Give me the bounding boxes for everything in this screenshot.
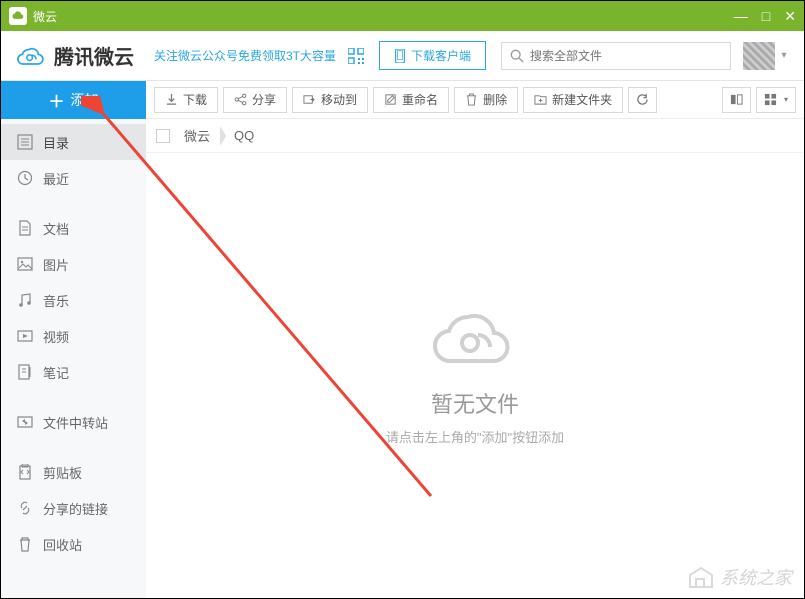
folder-plus-icon — [534, 93, 547, 106]
window-controls: — □ ✕ — [734, 8, 796, 25]
sidebar-item-directory[interactable]: 目录 — [1, 124, 146, 160]
app-window: 微云 — □ ✕ 腾讯微云 关注微云公众号免费领取3T大容量 下载客户端 ▾ — [0, 0, 805, 599]
sidebar-item-label: 文件中转站 — [43, 413, 108, 432]
sidebar-item-label: 剪贴板 — [43, 463, 82, 482]
promo-link[interactable]: 关注微云公众号免费领取3T大容量 — [154, 47, 336, 64]
delete-icon — [465, 93, 478, 106]
watermark-text: 系统之家 — [720, 564, 792, 590]
share-button[interactable]: 分享 — [223, 87, 287, 113]
breadcrumb-folder[interactable]: QQ — [230, 125, 264, 146]
share-label: 分享 — [252, 91, 276, 108]
sidebar-item-label: 分享的链接 — [43, 499, 108, 518]
clock-icon — [17, 170, 33, 186]
view-list-button[interactable] — [722, 87, 751, 113]
cloud-logo-icon — [16, 42, 48, 70]
empty-state: 暂无文件 请点击左上角的"添加"按钮添加 — [146, 153, 804, 598]
doc-icon — [17, 220, 33, 236]
header: 腾讯微云 关注微云公众号免费领取3T大容量 下载客户端 ▾ — [1, 31, 804, 81]
sidebar-item-label: 图片 — [43, 255, 69, 274]
qr-icon[interactable] — [348, 48, 364, 64]
search-icon — [510, 49, 524, 63]
video-icon — [17, 328, 33, 344]
new-folder-label: 新建文件夹 — [552, 91, 612, 108]
sidebar-item-transfer[interactable]: 文件中转站 — [1, 404, 146, 440]
new-folder-button[interactable]: 新建文件夹 — [523, 87, 623, 113]
rename-button[interactable]: 重命名 — [373, 87, 449, 113]
sidebar-item-label: 回收站 — [43, 535, 82, 554]
move-label: 移动到 — [321, 91, 357, 108]
refresh-button[interactable] — [628, 87, 657, 113]
move-icon — [303, 93, 316, 106]
select-all-checkbox[interactable] — [156, 129, 170, 143]
note-icon — [17, 364, 33, 380]
toolbar: 下载 分享 移动到 重命名 删除 — [146, 81, 804, 119]
share-icon — [234, 93, 247, 106]
window-title: 微云 — [33, 8, 734, 25]
transfer-icon — [17, 414, 33, 430]
download-label: 下载 — [183, 91, 207, 108]
watermark: 系统之家 — [686, 564, 792, 590]
view-list-icon — [730, 93, 743, 106]
logo: 腾讯微云 — [16, 41, 134, 70]
search-box[interactable] — [501, 42, 731, 70]
sidebar-item-shared-links[interactable]: 分享的链接 — [1, 490, 146, 526]
sidebar-item-recent[interactable]: 最近 — [1, 160, 146, 196]
delete-label: 删除 — [483, 91, 507, 108]
download-button[interactable]: 下载 — [154, 87, 218, 113]
rename-label: 重命名 — [402, 91, 438, 108]
rename-icon — [384, 93, 397, 106]
delete-button[interactable]: 删除 — [454, 87, 518, 113]
empty-subtitle: 请点击左上角的"添加"按钮添加 — [386, 427, 564, 446]
breadcrumb: 微云 QQ — [146, 119, 804, 153]
plus-icon: ＋ — [48, 88, 64, 112]
sidebar-item-label: 视频 — [43, 327, 69, 346]
app-logo-icon — [9, 7, 27, 25]
download-client-label: 下载客户端 — [411, 47, 471, 64]
sidebar-item-images[interactable]: 图片 — [1, 246, 146, 282]
minimize-button[interactable]: — — [734, 8, 748, 25]
empty-cloud-icon — [430, 305, 520, 375]
content: ＋ 添加 目录 最近 文档 图片 音乐 — [1, 81, 804, 598]
chevron-down-icon: ▾ — [784, 95, 788, 104]
sidebar: ＋ 添加 目录 最近 文档 图片 音乐 — [1, 81, 146, 598]
clipboard-icon — [17, 464, 33, 480]
sidebar-item-trash[interactable]: 回收站 — [1, 526, 146, 562]
sidebar-item-label: 目录 — [43, 133, 69, 152]
music-icon — [17, 292, 33, 308]
search-input[interactable] — [530, 49, 722, 63]
sidebar-item-label: 文档 — [43, 219, 69, 238]
sidebar-item-label: 最近 — [43, 169, 69, 188]
maximize-button[interactable]: □ — [762, 8, 770, 25]
mobile-icon — [394, 49, 406, 63]
sidebar-item-notes[interactable]: 笔记 — [1, 354, 146, 390]
link-icon — [17, 500, 33, 516]
refresh-icon — [636, 93, 649, 106]
main-panel: 下载 分享 移动到 重命名 删除 — [146, 81, 804, 598]
download-icon — [165, 93, 178, 106]
sidebar-item-music[interactable]: 音乐 — [1, 282, 146, 318]
add-button-label: 添加 — [71, 90, 99, 110]
sidebar-item-label: 音乐 — [43, 291, 69, 310]
sidebar-item-label: 笔记 — [43, 363, 69, 382]
sidebar-item-clipboard[interactable]: 剪贴板 — [1, 454, 146, 490]
move-button[interactable]: 移动到 — [292, 87, 368, 113]
avatar[interactable] — [743, 42, 775, 70]
sidebar-item-video[interactable]: 视频 — [1, 318, 146, 354]
trash-icon — [17, 536, 33, 552]
view-grid-icon — [764, 93, 777, 106]
close-button[interactable]: ✕ — [784, 8, 796, 25]
add-button[interactable]: ＋ 添加 — [1, 81, 146, 119]
image-icon — [17, 256, 33, 272]
logo-text: 腾讯微云 — [54, 41, 134, 70]
download-client-button[interactable]: 下载客户端 — [379, 41, 486, 70]
empty-title: 暂无文件 — [431, 387, 519, 419]
breadcrumb-root[interactable]: 微云 — [180, 123, 220, 148]
view-grid-button[interactable]: ▾ — [756, 87, 796, 113]
titlebar: 微云 — □ ✕ — [1, 1, 804, 31]
user-dropdown-caret-icon[interactable]: ▾ — [779, 50, 789, 61]
sidebar-item-documents[interactable]: 文档 — [1, 210, 146, 246]
list-icon — [17, 134, 33, 150]
